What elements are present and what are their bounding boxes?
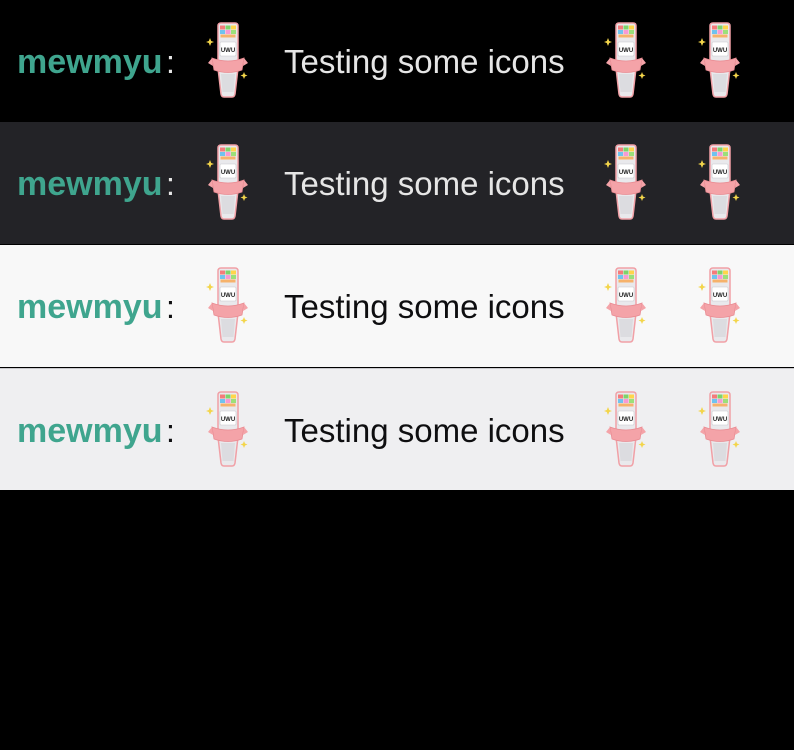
uwu-cup-emote-icon	[698, 267, 742, 343]
uwu-cup-emote-icon	[604, 391, 648, 467]
username-separator: :	[166, 166, 175, 202]
uwu-cup-emote-icon	[698, 144, 742, 220]
chat-row-dark-gray: mewmyu : Testing some icons	[0, 122, 794, 244]
chat-username[interactable]: mewmyu	[17, 287, 163, 327]
uwu-cup-emote-icon	[206, 267, 250, 343]
chat-message-text: Testing some icons	[284, 288, 565, 325]
username-separator: :	[166, 413, 175, 449]
uwu-cup-emote-icon	[206, 22, 250, 98]
chat-username[interactable]: mewmyu	[17, 411, 163, 451]
uwu-cup-emote-icon	[206, 144, 250, 220]
chat-row-light-white: mewmyu : Testing some icons	[0, 245, 794, 367]
uwu-cup-emote-icon	[698, 22, 742, 98]
username-separator: :	[166, 289, 175, 325]
chat-row-dark-black: mewmyu : Testing some icons	[0, 0, 794, 122]
chat-username[interactable]: mewmyu	[17, 164, 163, 204]
chat-message-text: Testing some icons	[284, 412, 565, 449]
chat-message-text: Testing some icons	[284, 165, 565, 202]
uwu-cup-emote-icon	[604, 267, 648, 343]
uwu-cup-emote-icon	[604, 22, 648, 98]
uwu-cup-emote-icon	[604, 144, 648, 220]
chat-message-text: Testing some icons	[284, 43, 565, 80]
username-separator: :	[166, 44, 175, 80]
uwu-cup-emote-icon	[698, 391, 742, 467]
chat-username[interactable]: mewmyu	[17, 42, 163, 82]
chat-row-light-gray: mewmyu : Testing some icons	[0, 368, 794, 490]
uwu-cup-emote-icon	[206, 391, 250, 467]
